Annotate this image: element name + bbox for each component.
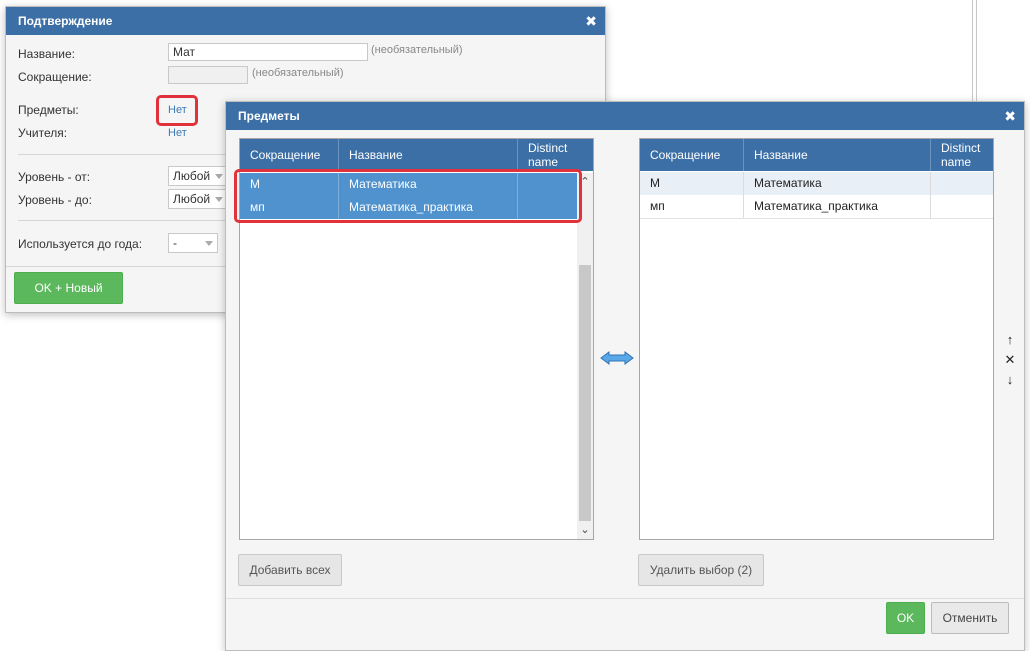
- column-header-distinct-name[interactable]: Distinct name: [930, 139, 994, 171]
- name-label: Название:: [18, 47, 75, 61]
- column-header-name[interactable]: Название: [338, 139, 517, 171]
- column-header-name[interactable]: Название: [743, 139, 931, 171]
- chevron-down-icon: [205, 241, 213, 246]
- level-to-label: Уровень - до:: [18, 193, 92, 207]
- close-icon[interactable]: ✖: [1004, 102, 1016, 130]
- teachers-link[interactable]: Нет: [168, 127, 187, 139]
- column-header-distinct-name[interactable]: Distinct name: [517, 139, 578, 171]
- move-down-icon[interactable]: ↓: [1002, 372, 1018, 387]
- abbreviation-input[interactable]: [168, 66, 248, 84]
- name-input[interactable]: Мат: [168, 43, 368, 61]
- add-all-button[interactable]: Добавить всех: [238, 554, 342, 586]
- selected-rows-highlight-annotation: [234, 169, 582, 223]
- table-row[interactable]: мп Математика_практика: [640, 195, 993, 219]
- column-header-abbreviation[interactable]: Сокращение: [640, 139, 743, 171]
- confirmation-dialog-titlebar: Подтверждение ✖: [6, 7, 605, 35]
- subjects-dialog: Предметы ✖ Сокращение Название Distinct …: [225, 101, 1025, 651]
- level-from-value: Любой: [173, 169, 211, 183]
- scroll-thumb[interactable]: [579, 265, 591, 521]
- vertical-scrollbar[interactable]: ⌃ ⌄: [577, 173, 593, 539]
- chevron-down-icon: [215, 197, 223, 202]
- ok-button[interactable]: OK: [886, 602, 925, 634]
- scroll-down-icon[interactable]: ⌄: [577, 523, 593, 536]
- cancel-button[interactable]: Отменить: [931, 602, 1009, 634]
- cell-distinct-name: [930, 172, 993, 195]
- footer-separator: [226, 598, 1024, 599]
- grid-header: Сокращение Название Distinct name: [640, 139, 993, 171]
- level-from-label: Уровень - от:: [18, 170, 91, 184]
- level-from-select[interactable]: Любой: [168, 166, 228, 186]
- move-up-icon[interactable]: ↑: [1002, 332, 1018, 347]
- cell-distinct-name: [930, 195, 993, 218]
- used-until-label: Используется до года:: [18, 237, 143, 251]
- cell-name: Математика: [743, 172, 930, 195]
- close-icon[interactable]: ✖: [585, 7, 597, 35]
- level-to-value: Любой: [173, 192, 211, 206]
- cell-name: Математика_практика: [743, 195, 930, 218]
- confirmation-dialog-title: Подтверждение: [18, 14, 113, 28]
- subjects-dialog-titlebar: Предметы ✖: [226, 102, 1024, 130]
- table-row[interactable]: М Математика: [640, 172, 993, 195]
- chevron-down-icon: [215, 174, 223, 179]
- column-header-abbreviation[interactable]: Сокращение: [240, 139, 338, 171]
- cell-abbreviation: М: [650, 176, 660, 190]
- abbreviation-optional-hint: (необязательный): [252, 67, 344, 79]
- cell-abbreviation: мп: [650, 199, 665, 213]
- level-to-select[interactable]: Любой: [168, 189, 228, 209]
- double-arrow-icon[interactable]: [600, 350, 634, 366]
- grid-header: Сокращение Название Distinct name: [240, 139, 593, 171]
- abbreviation-label: Сокращение:: [18, 70, 92, 84]
- teachers-label: Учителя:: [18, 126, 68, 140]
- selected-subjects-grid: Сокращение Название Distinct name М Мате…: [639, 138, 994, 540]
- name-optional-hint: (необязательный): [371, 44, 463, 56]
- subjects-link[interactable]: Нет: [168, 104, 187, 116]
- used-until-select[interactable]: -: [168, 233, 218, 253]
- remove-selection-button[interactable]: Удалить выбор (2): [638, 554, 764, 586]
- ok-new-button[interactable]: OK + Новый: [14, 272, 123, 304]
- subjects-dialog-title: Предметы: [238, 109, 300, 123]
- remove-icon[interactable]: ✕: [1002, 352, 1018, 368]
- used-until-value: -: [173, 236, 177, 250]
- subjects-label: Предметы:: [18, 103, 79, 117]
